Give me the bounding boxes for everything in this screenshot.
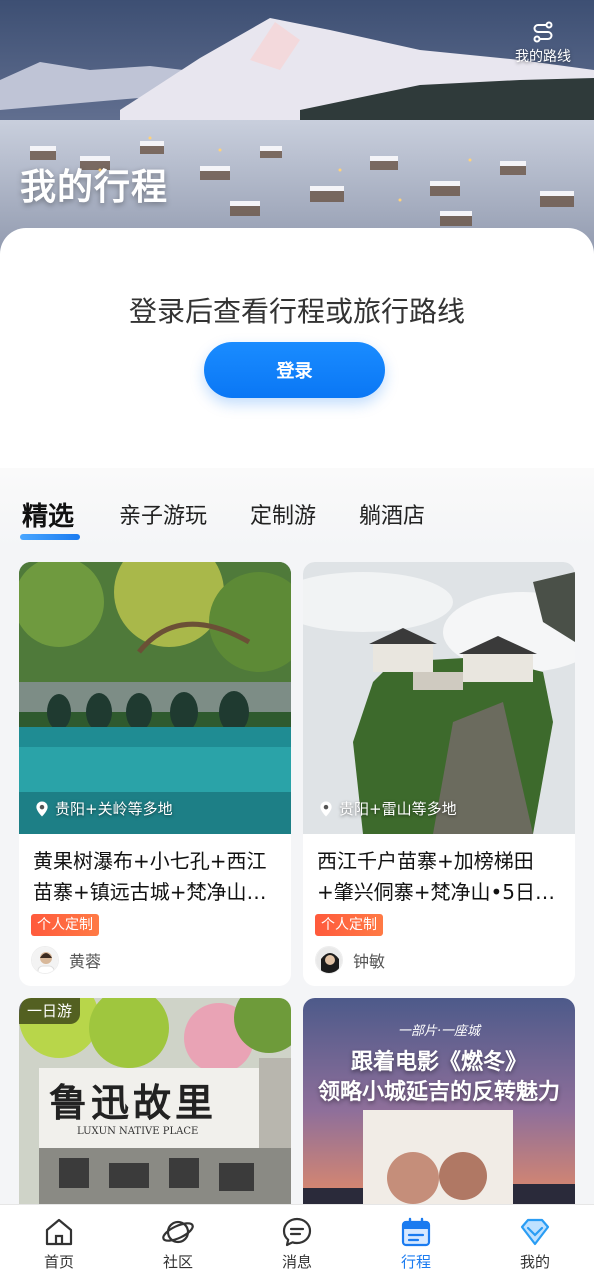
nav-messages[interactable]: 消息 bbox=[238, 1205, 356, 1280]
route-card[interactable]: 贵阳+雷山等多地 西江千户苗寨+加榜梯田+肇兴侗寨+梵净山•5日路线 个人定制 … bbox=[303, 562, 575, 986]
home-icon bbox=[45, 1218, 73, 1246]
card-location: 贵阳+雷山等多地 bbox=[317, 798, 457, 819]
my-route-button[interactable]: 我的路线 bbox=[512, 20, 574, 68]
tab-custom-tour[interactable]: 定制游 bbox=[250, 498, 316, 530]
card-image bbox=[19, 562, 291, 834]
avatar bbox=[31, 946, 59, 974]
page-title: 我的行程 bbox=[20, 167, 169, 208]
one-day-badge: 一日游 bbox=[19, 998, 81, 1024]
custom-tag: 个人定制 bbox=[31, 914, 99, 936]
login-panel: 登录后查看行程或旅行路线 登录 bbox=[0, 228, 594, 468]
card-location: 贵阳+关岭等多地 bbox=[33, 798, 173, 819]
tab-hotel[interactable]: 躺酒店 bbox=[359, 498, 425, 530]
planet-icon bbox=[162, 1220, 194, 1244]
tab-featured[interactable]: 精选 bbox=[22, 496, 74, 533]
card-title: 西江千户苗寨+加榜梯田+肇兴侗寨+梵净山•5日路线 bbox=[317, 849, 556, 904]
login-button[interactable]: 登录 bbox=[204, 342, 385, 398]
card-image: 一部片·一座城 跟着电影《燃冬》 领略小城延吉的反转魅力 bbox=[303, 998, 575, 1204]
image-caption-title: 跟着电影《燃冬》 bbox=[350, 1050, 527, 1075]
card-author: 黄蓉 bbox=[31, 946, 101, 974]
nav-home[interactable]: 首页 bbox=[0, 1205, 118, 1280]
card-image bbox=[303, 562, 575, 834]
image-caption-cn: 鲁迅故里 bbox=[49, 1080, 218, 1125]
location-text: 贵阳+关岭等多地 bbox=[55, 800, 173, 818]
card-title: 黄果树瀑布+小七孔+西江苗寨+镇远古城+梵净山•7... bbox=[33, 849, 267, 904]
custom-tag: 个人定制 bbox=[315, 914, 383, 936]
route-card[interactable]: 一部片·一座城 跟着电影《燃冬》 领略小城延吉的反转魅力 bbox=[303, 998, 575, 1204]
nav-profile-label: 我的 bbox=[519, 1253, 550, 1271]
nav-community-label: 社区 bbox=[162, 1253, 193, 1271]
nav-home-label: 首页 bbox=[43, 1253, 74, 1271]
location-pin-icon bbox=[36, 801, 48, 816]
avatar bbox=[315, 946, 343, 974]
bottom-navigation: 首页 社区 消息 行程 我的 bbox=[0, 1204, 594, 1280]
route-card[interactable]: 鲁迅故里 LUXUN NATIVE PLACE 一日游 bbox=[19, 998, 291, 1204]
tab-family[interactable]: 亲子游玩 bbox=[119, 498, 207, 530]
card-author: 钟敏 bbox=[315, 946, 385, 974]
active-tab-indicator bbox=[20, 534, 80, 540]
calendar-icon bbox=[401, 1217, 431, 1247]
image-caption-en: LUXUN NATIVE PLACE bbox=[77, 1126, 199, 1137]
snow-village-image bbox=[0, 0, 594, 260]
author-name: 黄蓉 bbox=[69, 952, 102, 971]
author-name: 钟敏 bbox=[353, 952, 386, 971]
nav-community[interactable]: 社区 bbox=[119, 1205, 237, 1280]
login-prompt: 登录后查看行程或旅行路线 bbox=[128, 295, 465, 328]
location-pin-icon bbox=[320, 801, 332, 816]
route-icon bbox=[533, 21, 553, 43]
route-card[interactable]: 贵阳+关岭等多地 黄果树瀑布+小七孔+西江苗寨+镇远古城+梵净山•7... 个人… bbox=[19, 562, 291, 986]
message-icon bbox=[282, 1217, 312, 1247]
location-text: 贵阳+雷山等多地 bbox=[339, 800, 457, 818]
my-route-label: 我的路线 bbox=[515, 49, 571, 65]
nav-itinerary-label: 行程 bbox=[400, 1253, 431, 1271]
hero-banner: 我的行程 我的路线 bbox=[0, 0, 594, 260]
nav-messages-label: 消息 bbox=[281, 1253, 312, 1271]
card-image: 鲁迅故里 LUXUN NATIVE PLACE bbox=[19, 998, 291, 1204]
nav-itinerary[interactable]: 行程 bbox=[357, 1205, 475, 1280]
image-caption-small: 一部片·一座城 bbox=[397, 1024, 481, 1039]
image-caption-subtitle: 领略小城延吉的反转魅力 bbox=[317, 1080, 560, 1105]
nav-profile[interactable]: 我的 bbox=[476, 1205, 594, 1280]
diamond-icon bbox=[520, 1218, 550, 1246]
category-tabs: 精选 亲子游玩 定制游 躺酒店 bbox=[0, 468, 594, 548]
